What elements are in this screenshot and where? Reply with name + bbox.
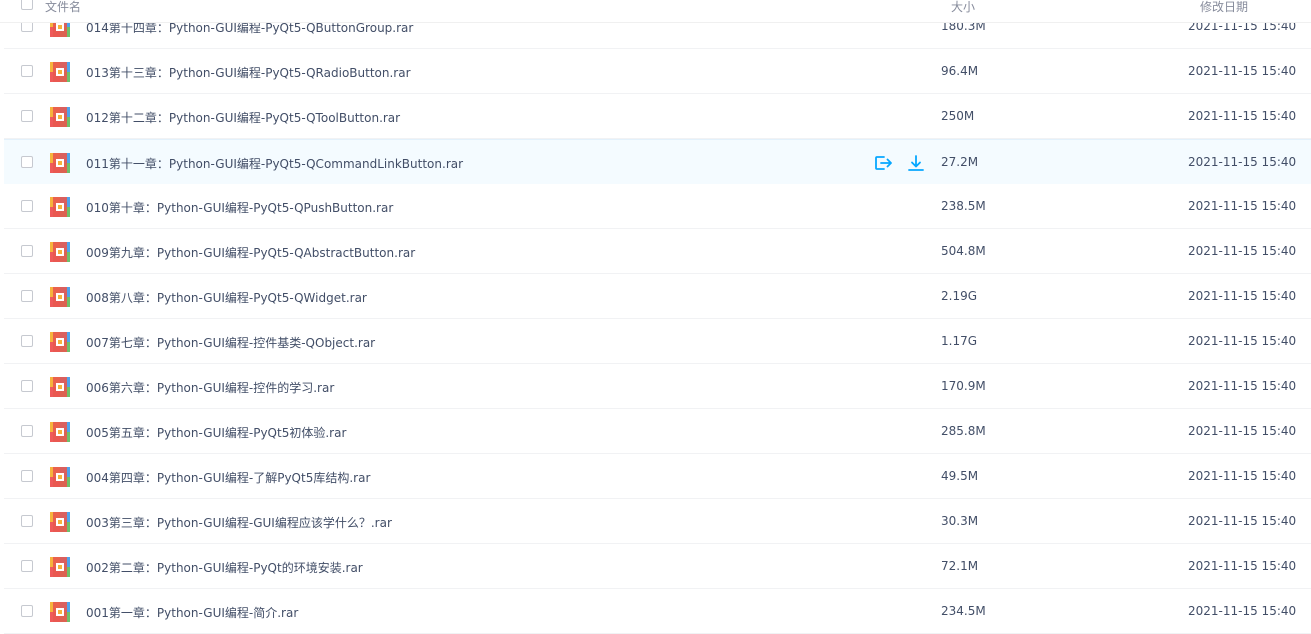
row-checkbox[interactable] <box>21 470 33 482</box>
file-row[interactable]: 001第一章：Python-GUI编程-简介.rar 234.5M 2021-1… <box>4 589 1311 634</box>
share-icon[interactable] <box>872 152 894 174</box>
file-date: 2021-11-15 15:40 <box>1188 559 1297 573</box>
file-size: 72.1M <box>941 559 979 573</box>
file-row[interactable]: 010第十章：Python-GUI编程-PyQt5-QPushButton.ra… <box>4 184 1311 229</box>
rar-archive-icon <box>50 107 70 127</box>
file-row[interactable]: 011第十一章：Python-GUI编程-PyQt5-QCommandLinkB… <box>4 139 1311 185</box>
file-name[interactable]: 005第五章：Python-GUI编程-PyQt5初体验.rar <box>86 424 346 441</box>
rar-archive-icon <box>50 332 70 352</box>
file-date: 2021-11-15 15:40 <box>1188 244 1297 258</box>
file-date: 2021-11-15 15:40 <box>1188 289 1297 303</box>
file-date: 2021-11-15 15:40 <box>1188 424 1297 438</box>
file-date: 2021-11-15 15:40 <box>1188 334 1297 348</box>
rar-archive-icon <box>50 287 70 307</box>
file-date: 2021-11-15 15:40 <box>1188 199 1297 213</box>
file-date: 2021-11-15 15:40 <box>1188 64 1297 78</box>
rar-archive-icon <box>50 377 70 397</box>
file-size: 1.17G <box>941 334 978 348</box>
rar-archive-icon <box>50 153 70 173</box>
row-checkbox[interactable] <box>21 110 33 122</box>
file-date: 2021-11-15 15:40 <box>1188 109 1297 123</box>
row-checkbox[interactable] <box>21 200 33 212</box>
rar-archive-icon <box>50 62 70 82</box>
file-row[interactable]: 003第三章：Python-GUI编程-GUI编程应该学什么？.rar 30.3… <box>4 499 1311 544</box>
rar-archive-icon <box>50 197 70 217</box>
file-name[interactable]: 012第十二章：Python-GUI编程-PyQt5-QToolButton.r… <box>86 109 400 126</box>
file-size: 170.9M <box>941 379 986 393</box>
file-row[interactable]: 005第五章：Python-GUI编程-PyQt5初体验.rar 285.8M … <box>4 409 1311 454</box>
header-date[interactable]: 修改日期 <box>1200 0 1248 15</box>
file-size: 250M <box>941 109 975 123</box>
file-name[interactable]: 010第十章：Python-GUI编程-PyQt5-QPushButton.ra… <box>86 199 393 216</box>
file-name[interactable]: 011第十一章：Python-GUI编程-PyQt5-QCommandLinkB… <box>86 155 463 172</box>
file-size: 285.8M <box>941 424 986 438</box>
file-row[interactable]: 009第九章：Python-GUI编程-PyQt5-QAbstractButto… <box>4 229 1311 274</box>
file-size: 234.5M <box>941 604 986 618</box>
rar-archive-icon <box>50 557 70 577</box>
file-name[interactable]: 013第十三章：Python-GUI编程-PyQt5-QRadioButton.… <box>86 64 411 81</box>
download-icon[interactable] <box>905 152 927 174</box>
file-row[interactable]: 007第七章：Python-GUI编程-控件基类-QObject.rar 1.1… <box>4 319 1311 364</box>
file-size: 504.8M <box>941 244 986 258</box>
file-list: 014第十四章：Python-GUI编程-PyQt5-QButtonGroup.… <box>0 0 1311 634</box>
file-name[interactable]: 004第四章：Python-GUI编程-了解PyQt5库结构.rar <box>86 469 370 486</box>
row-checkbox[interactable] <box>21 560 33 572</box>
rar-archive-icon <box>50 467 70 487</box>
file-size: 27.2M <box>941 155 979 169</box>
file-name[interactable]: 006第六章：Python-GUI编程-控件的学习.rar <box>86 379 334 396</box>
row-checkbox[interactable] <box>21 156 33 168</box>
file-name[interactable]: 002第二章：Python-GUI编程-PyQt的环境安装.rar <box>86 559 363 576</box>
row-checkbox[interactable] <box>21 380 33 392</box>
row-checkbox[interactable] <box>21 605 33 617</box>
file-date: 2021-11-15 15:40 <box>1188 469 1297 483</box>
file-row[interactable]: 006第六章：Python-GUI编程-控件的学习.rar 170.9M 202… <box>4 364 1311 409</box>
row-checkbox[interactable] <box>21 65 33 77</box>
file-list-header: 文件名 大小 修改日期 <box>0 0 1311 23</box>
file-size: 96.4M <box>941 64 979 78</box>
file-row[interactable]: 012第十二章：Python-GUI编程-PyQt5-QToolButton.r… <box>4 94 1311 139</box>
file-size: 30.3M <box>941 514 979 528</box>
file-row[interactable]: 002第二章：Python-GUI编程-PyQt的环境安装.rar 72.1M … <box>4 544 1311 589</box>
file-date: 2021-11-15 15:40 <box>1188 604 1297 618</box>
select-all-checkbox[interactable] <box>21 0 33 10</box>
row-checkbox[interactable] <box>21 425 33 437</box>
rar-archive-icon <box>50 602 70 622</box>
file-size: 238.5M <box>941 199 986 213</box>
file-name[interactable]: 007第七章：Python-GUI编程-控件基类-QObject.rar <box>86 334 375 351</box>
file-size: 2.19G <box>941 289 978 303</box>
file-name[interactable]: 001第一章：Python-GUI编程-简介.rar <box>86 604 298 621</box>
file-name[interactable]: 008第八章：Python-GUI编程-PyQt5-QWidget.rar <box>86 289 367 306</box>
row-checkbox[interactable] <box>21 245 33 257</box>
row-checkbox[interactable] <box>21 515 33 527</box>
file-date: 2021-11-15 15:40 <box>1188 155 1297 169</box>
file-size: 49.5M <box>941 469 979 483</box>
rar-archive-icon <box>50 512 70 532</box>
file-row[interactable]: 004第四章：Python-GUI编程-了解PyQt5库结构.rar 49.5M… <box>4 454 1311 499</box>
file-date: 2021-11-15 15:40 <box>1188 514 1297 528</box>
row-checkbox[interactable] <box>21 290 33 302</box>
rar-archive-icon <box>50 242 70 262</box>
file-row[interactable]: 008第八章：Python-GUI编程-PyQt5-QWidget.rar 2.… <box>4 274 1311 319</box>
row-checkbox[interactable] <box>21 335 33 347</box>
header-size[interactable]: 大小 <box>951 0 975 15</box>
file-row[interactable]: 013第十三章：Python-GUI编程-PyQt5-QRadioButton.… <box>4 49 1311 94</box>
file-name[interactable]: 003第三章：Python-GUI编程-GUI编程应该学什么？.rar <box>86 514 392 531</box>
rar-archive-icon <box>50 422 70 442</box>
header-name[interactable]: 文件名 <box>45 0 81 15</box>
file-date: 2021-11-15 15:40 <box>1188 379 1297 393</box>
file-name[interactable]: 009第九章：Python-GUI编程-PyQt5-QAbstractButto… <box>86 244 415 261</box>
